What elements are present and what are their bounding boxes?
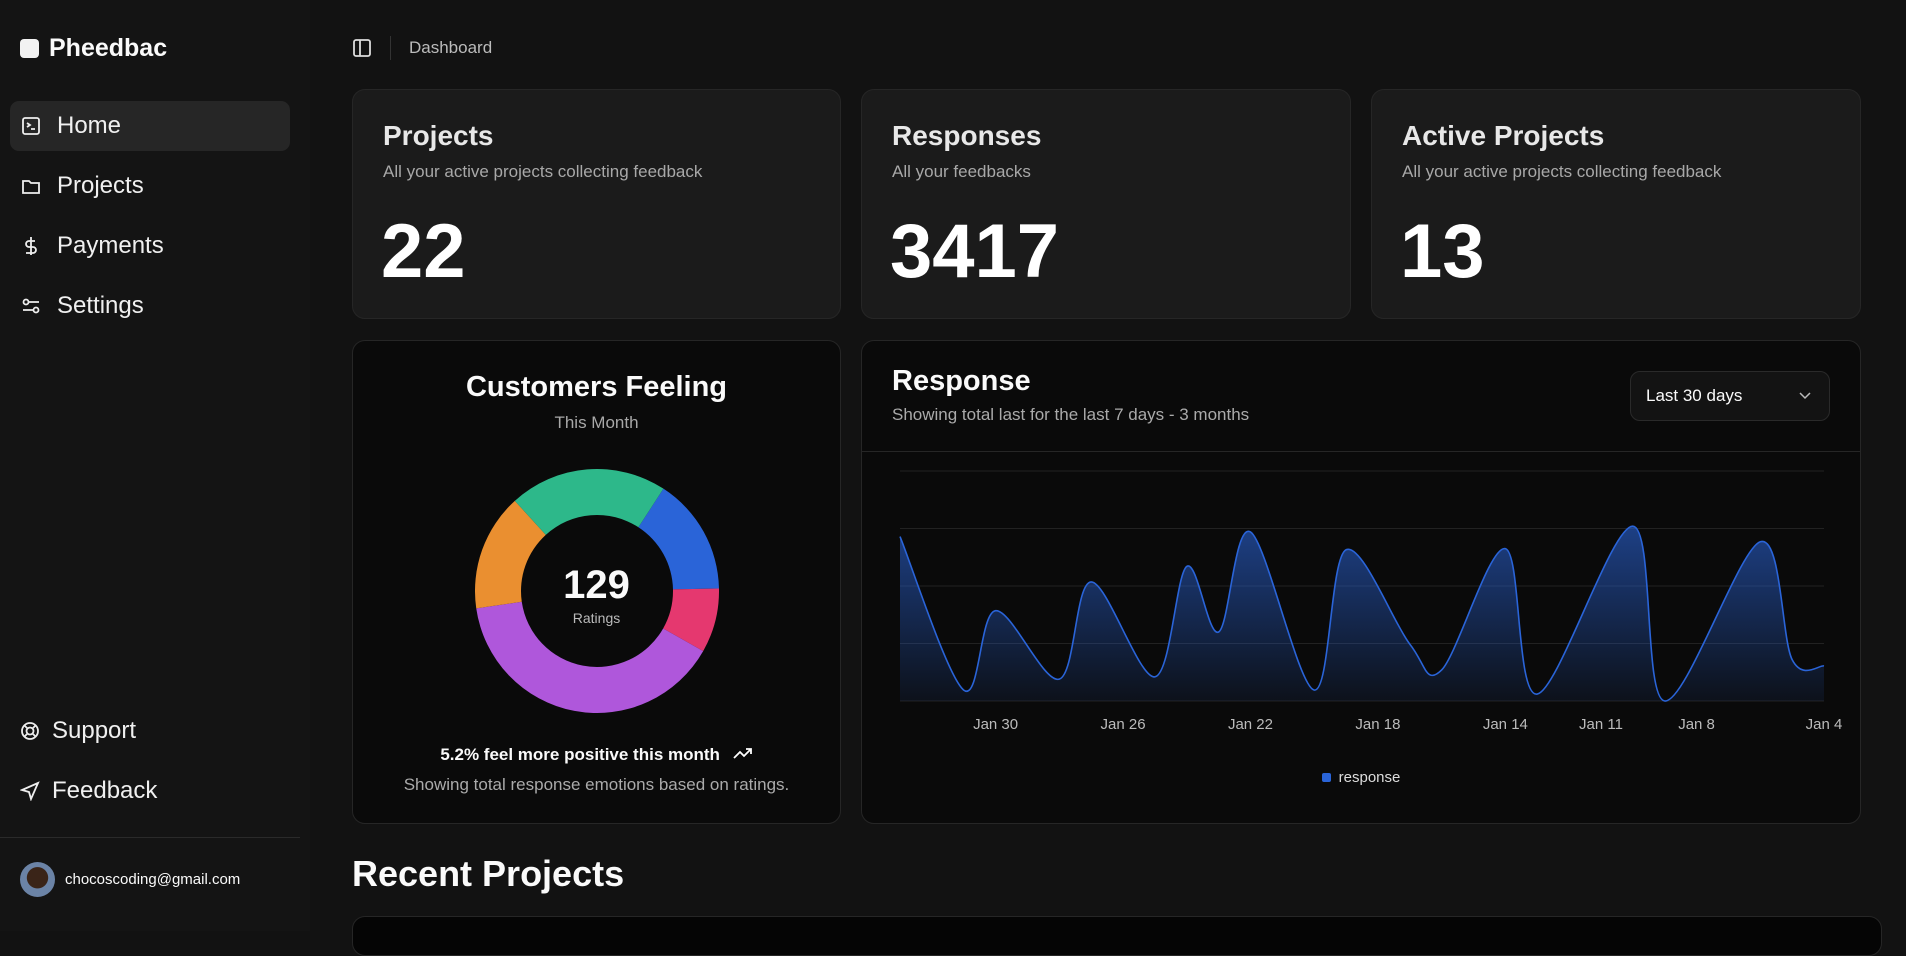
sidebar-divider — [0, 837, 300, 838]
legend-swatch — [1321, 773, 1331, 782]
topbar: Dashboard — [352, 36, 492, 60]
range-value: Last 30 days — [1646, 386, 1743, 405]
x-tick-label: Jan 4 — [1806, 716, 1843, 733]
send-icon — [20, 781, 40, 801]
stat-card-active-projects: Active Projects All your active projects … — [1371, 89, 1861, 319]
recent-projects-table — [352, 916, 1882, 956]
terminal-square-icon — [22, 117, 40, 135]
card-footer: Showing total response emotions based on… — [403, 775, 790, 794]
stat-value: 3417 — [890, 209, 1060, 294]
stat-value: 22 — [381, 209, 466, 294]
sliders-icon — [22, 298, 40, 314]
x-tick-label: Jan 14 — [1483, 716, 1528, 733]
range-select[interactable]: Last 30 days — [1630, 371, 1830, 421]
sidebar-item-label: Feedback — [52, 777, 158, 804]
stat-card-projects: Projects All your active projects collect… — [352, 89, 841, 319]
stat-subtitle: All your active projects collecting feed… — [1402, 162, 1722, 181]
area-fill — [900, 526, 1824, 702]
sidebar-bottom-nav: Support Feedback — [10, 706, 290, 826]
x-tick-label: Jan 30 — [973, 716, 1018, 733]
customers-feeling-card: Customers Feeling This Month 129 Ratings … — [352, 340, 841, 824]
chevron-down-icon — [1799, 392, 1811, 400]
recent-projects-title: Recent Projects — [352, 853, 625, 894]
stat-subtitle: All your feedbacks — [892, 162, 1031, 181]
app-name: Pheedbac — [49, 34, 168, 62]
sidebar-item-label: Payments — [57, 232, 164, 259]
stat-title: Projects — [383, 120, 494, 151]
sidebar-toggle-icon[interactable] — [352, 38, 372, 58]
user-email: chocoscoding@gmail.com — [65, 871, 241, 888]
sidebar-item-feedback[interactable]: Feedback — [10, 766, 290, 816]
trend-text: 5.2% feel more positive this month — [440, 745, 720, 764]
folder-icon — [22, 180, 40, 194]
dollar-icon — [25, 237, 37, 255]
sidebar-item-payments[interactable]: Payments — [10, 221, 290, 271]
total-ratings: 129 — [563, 563, 630, 607]
sidebar-item-settings[interactable]: Settings — [10, 281, 290, 331]
card-title: Response — [892, 365, 1031, 397]
stat-title: Active Projects — [1402, 120, 1605, 151]
life-buoy-icon — [21, 722, 39, 740]
sidebar-item-label: Projects — [57, 172, 144, 199]
avatar — [20, 862, 55, 897]
stat-subtitle: All your active projects collecting feed… — [383, 162, 703, 181]
sidebar: Pheedbac Home Projects Payments Settings… — [0, 0, 310, 931]
stat-title: Responses — [892, 120, 1042, 151]
sidebar-item-projects[interactable]: Projects — [10, 161, 290, 211]
sidebar-item-support[interactable]: Support — [10, 706, 290, 756]
sidebar-nav: Home Projects Payments Settings — [10, 101, 290, 341]
sidebar-item-home[interactable]: Home — [10, 101, 290, 151]
sidebar-item-label: Home — [57, 112, 122, 139]
x-tick-label: Jan 26 — [1101, 716, 1146, 733]
trend: 5.2% feel more positive this month — [353, 745, 840, 765]
stat-value: 13 — [1400, 209, 1485, 294]
trending-up-icon — [733, 748, 752, 759]
total-label: Ratings — [572, 610, 621, 626]
response-area-chart: Jan 30 Jan 26 Jan 22 Jan 18 Jan 14 Jan 11 Jan … — [899, 470, 1843, 733]
card-subtitle: Showing total last for the last 7 days -… — [892, 405, 1250, 424]
sidebar-item-label: Settings — [57, 292, 144, 319]
sidebar-item-label: Support — [52, 717, 137, 744]
card-subtitle: This Month — [554, 413, 639, 432]
breadcrumb: Dashboard — [409, 38, 493, 57]
response-card: Response Showing total last for the last… — [861, 340, 1861, 824]
x-tick-label: Jan 22 — [1228, 716, 1273, 733]
stat-card-responses: Responses All your feedbacks 3417 — [861, 89, 1351, 319]
x-tick-label: Jan 11 — [1579, 716, 1623, 733]
topbar-separator — [390, 36, 391, 60]
legend-label: response — [1338, 769, 1401, 786]
card-title: Customers Feeling — [465, 371, 728, 403]
chart-legend: response — [862, 769, 1860, 786]
donut-center: 129 Ratings — [353, 563, 840, 626]
user-menu[interactable]: chocoscoding@gmail.com — [20, 862, 240, 897]
logo-icon — [20, 39, 39, 58]
x-tick-label: Jan 18 — [1355, 716, 1400, 733]
x-tick-label: Jan 8 — [1678, 716, 1715, 733]
logo[interactable]: Pheedbac — [20, 34, 167, 63]
